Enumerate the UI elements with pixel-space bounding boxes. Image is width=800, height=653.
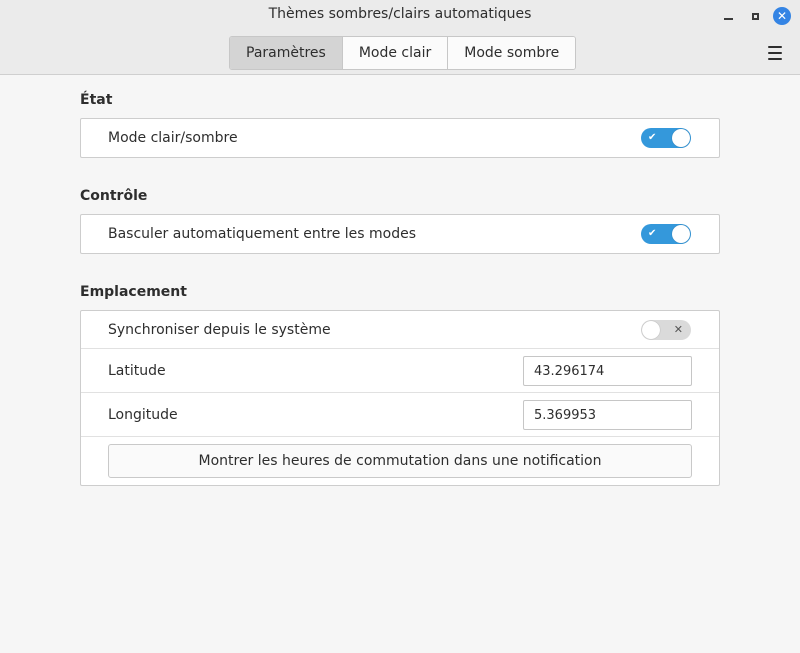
auto-switch-label: Basculer automatiquement entre les modes bbox=[108, 226, 417, 242]
row-auto-switch: Basculer automatiquement entre les modes… bbox=[81, 215, 719, 253]
latitude-input[interactable] bbox=[523, 356, 692, 386]
row-mode-toggle: Mode clair/sombre ✔ bbox=[81, 119, 719, 157]
check-icon: ✔ bbox=[648, 228, 657, 239]
section-title-emplacement: Emplacement bbox=[80, 284, 187, 300]
sync-toggle[interactable]: ✕ bbox=[641, 320, 691, 340]
latitude-label: Latitude bbox=[108, 363, 166, 379]
settings-page: État Mode clair/sombre ✔ Contrôle Bascul… bbox=[80, 75, 720, 486]
row-latitude: Latitude bbox=[81, 349, 719, 393]
section-title-etat: État bbox=[80, 92, 113, 108]
sync-label: Synchroniser depuis le système bbox=[108, 322, 331, 338]
tab-mode-clair[interactable]: Mode clair bbox=[342, 37, 449, 69]
mode-toggle-label: Mode clair/sombre bbox=[108, 130, 238, 146]
view-switcher: Paramètres Mode clair Mode sombre bbox=[229, 36, 577, 70]
header-bar: Thèmes sombres/clairs automatiques ✕ Par… bbox=[0, 0, 800, 75]
section-title-controle: Contrôle bbox=[80, 188, 148, 204]
switch-knob bbox=[672, 225, 690, 243]
mode-toggle-switch[interactable]: ✔ bbox=[641, 128, 691, 148]
row-longitude: Longitude bbox=[81, 393, 719, 437]
minimize-button[interactable] bbox=[719, 7, 737, 25]
maximize-button[interactable] bbox=[746, 7, 764, 25]
auto-switch-toggle[interactable]: ✔ bbox=[641, 224, 691, 244]
tab-parametres[interactable]: Paramètres bbox=[230, 37, 343, 69]
close-icon: ✕ bbox=[776, 9, 788, 23]
x-icon: ✕ bbox=[673, 323, 683, 336]
row-notification: Montrer les heures de commutation dans u… bbox=[81, 437, 719, 485]
app-window: Thèmes sombres/clairs automatiques ✕ Par… bbox=[0, 0, 800, 653]
show-switch-times-button[interactable]: Montrer les heures de commutation dans u… bbox=[108, 444, 692, 478]
tab-mode-sombre[interactable]: Mode sombre bbox=[448, 37, 576, 69]
group-emplacement: Synchroniser depuis le système ✕ Latitud… bbox=[80, 310, 720, 486]
longitude-input[interactable] bbox=[523, 400, 692, 430]
check-icon: ✔ bbox=[648, 132, 657, 143]
switch-knob bbox=[642, 321, 660, 339]
longitude-label: Longitude bbox=[108, 407, 178, 423]
switch-knob bbox=[672, 129, 690, 147]
hamburger-menu-icon[interactable] bbox=[766, 45, 784, 61]
row-sync: Synchroniser depuis le système ✕ bbox=[81, 311, 719, 349]
group-etat: Mode clair/sombre ✔ bbox=[80, 118, 720, 158]
maximize-icon bbox=[751, 12, 759, 20]
minimize-icon bbox=[723, 18, 733, 20]
window-title: Thèmes sombres/clairs automatiques bbox=[268, 6, 532, 22]
group-controle: Basculer automatiquement entre les modes… bbox=[80, 214, 720, 254]
close-button[interactable]: ✕ bbox=[773, 7, 791, 25]
